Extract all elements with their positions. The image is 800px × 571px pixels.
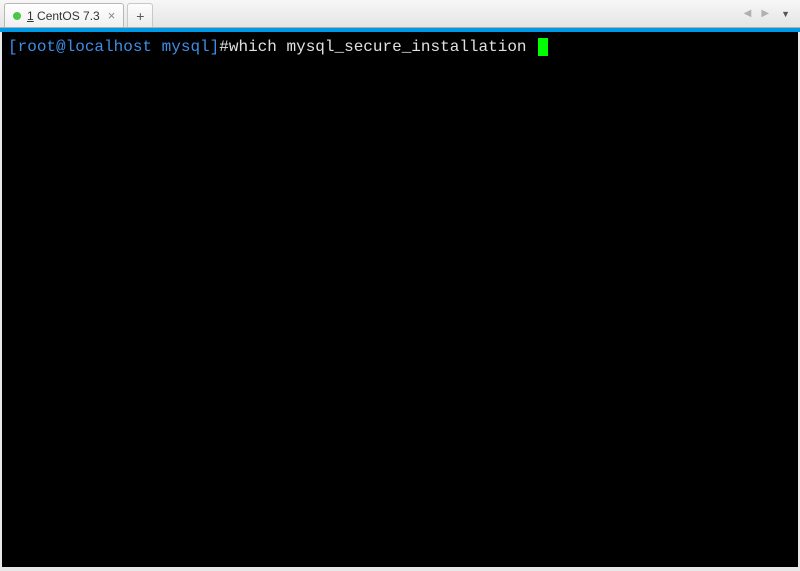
prompt-userhost: root@localhost <box>18 38 152 56</box>
tab-menu-dropdown-icon[interactable]: ▼ <box>777 7 794 21</box>
tab-bar-controls: ◀ ▶ ▼ <box>742 0 800 27</box>
close-icon[interactable]: × <box>106 9 118 22</box>
prompt-open-bracket: [ <box>8 38 18 56</box>
cursor-icon <box>538 38 548 56</box>
command-text: which mysql_secure_installation <box>229 38 527 56</box>
connection-status-icon <box>13 12 21 20</box>
tab-bar: 1 CentOS 7.3 × + ◀ ▶ ▼ <box>0 0 800 28</box>
new-tab-button[interactable]: + <box>127 3 153 27</box>
prompt-symbol: # <box>219 38 229 56</box>
tab-nav-left-icon[interactable]: ◀ <box>742 6 754 21</box>
tab-label: 1 CentOS 7.3 <box>27 9 100 23</box>
terminal-viewport[interactable]: [root@localhost mysql]#which mysql_secur… <box>2 32 798 567</box>
tab-nav-right-icon[interactable]: ▶ <box>759 6 771 21</box>
terminal-line: [root@localhost mysql]#which mysql_secur… <box>8 36 792 58</box>
tab-active[interactable]: 1 CentOS 7.3 × <box>4 3 124 27</box>
prompt-close-bracket: ] <box>210 38 220 56</box>
prompt-path: mysql <box>162 38 210 56</box>
